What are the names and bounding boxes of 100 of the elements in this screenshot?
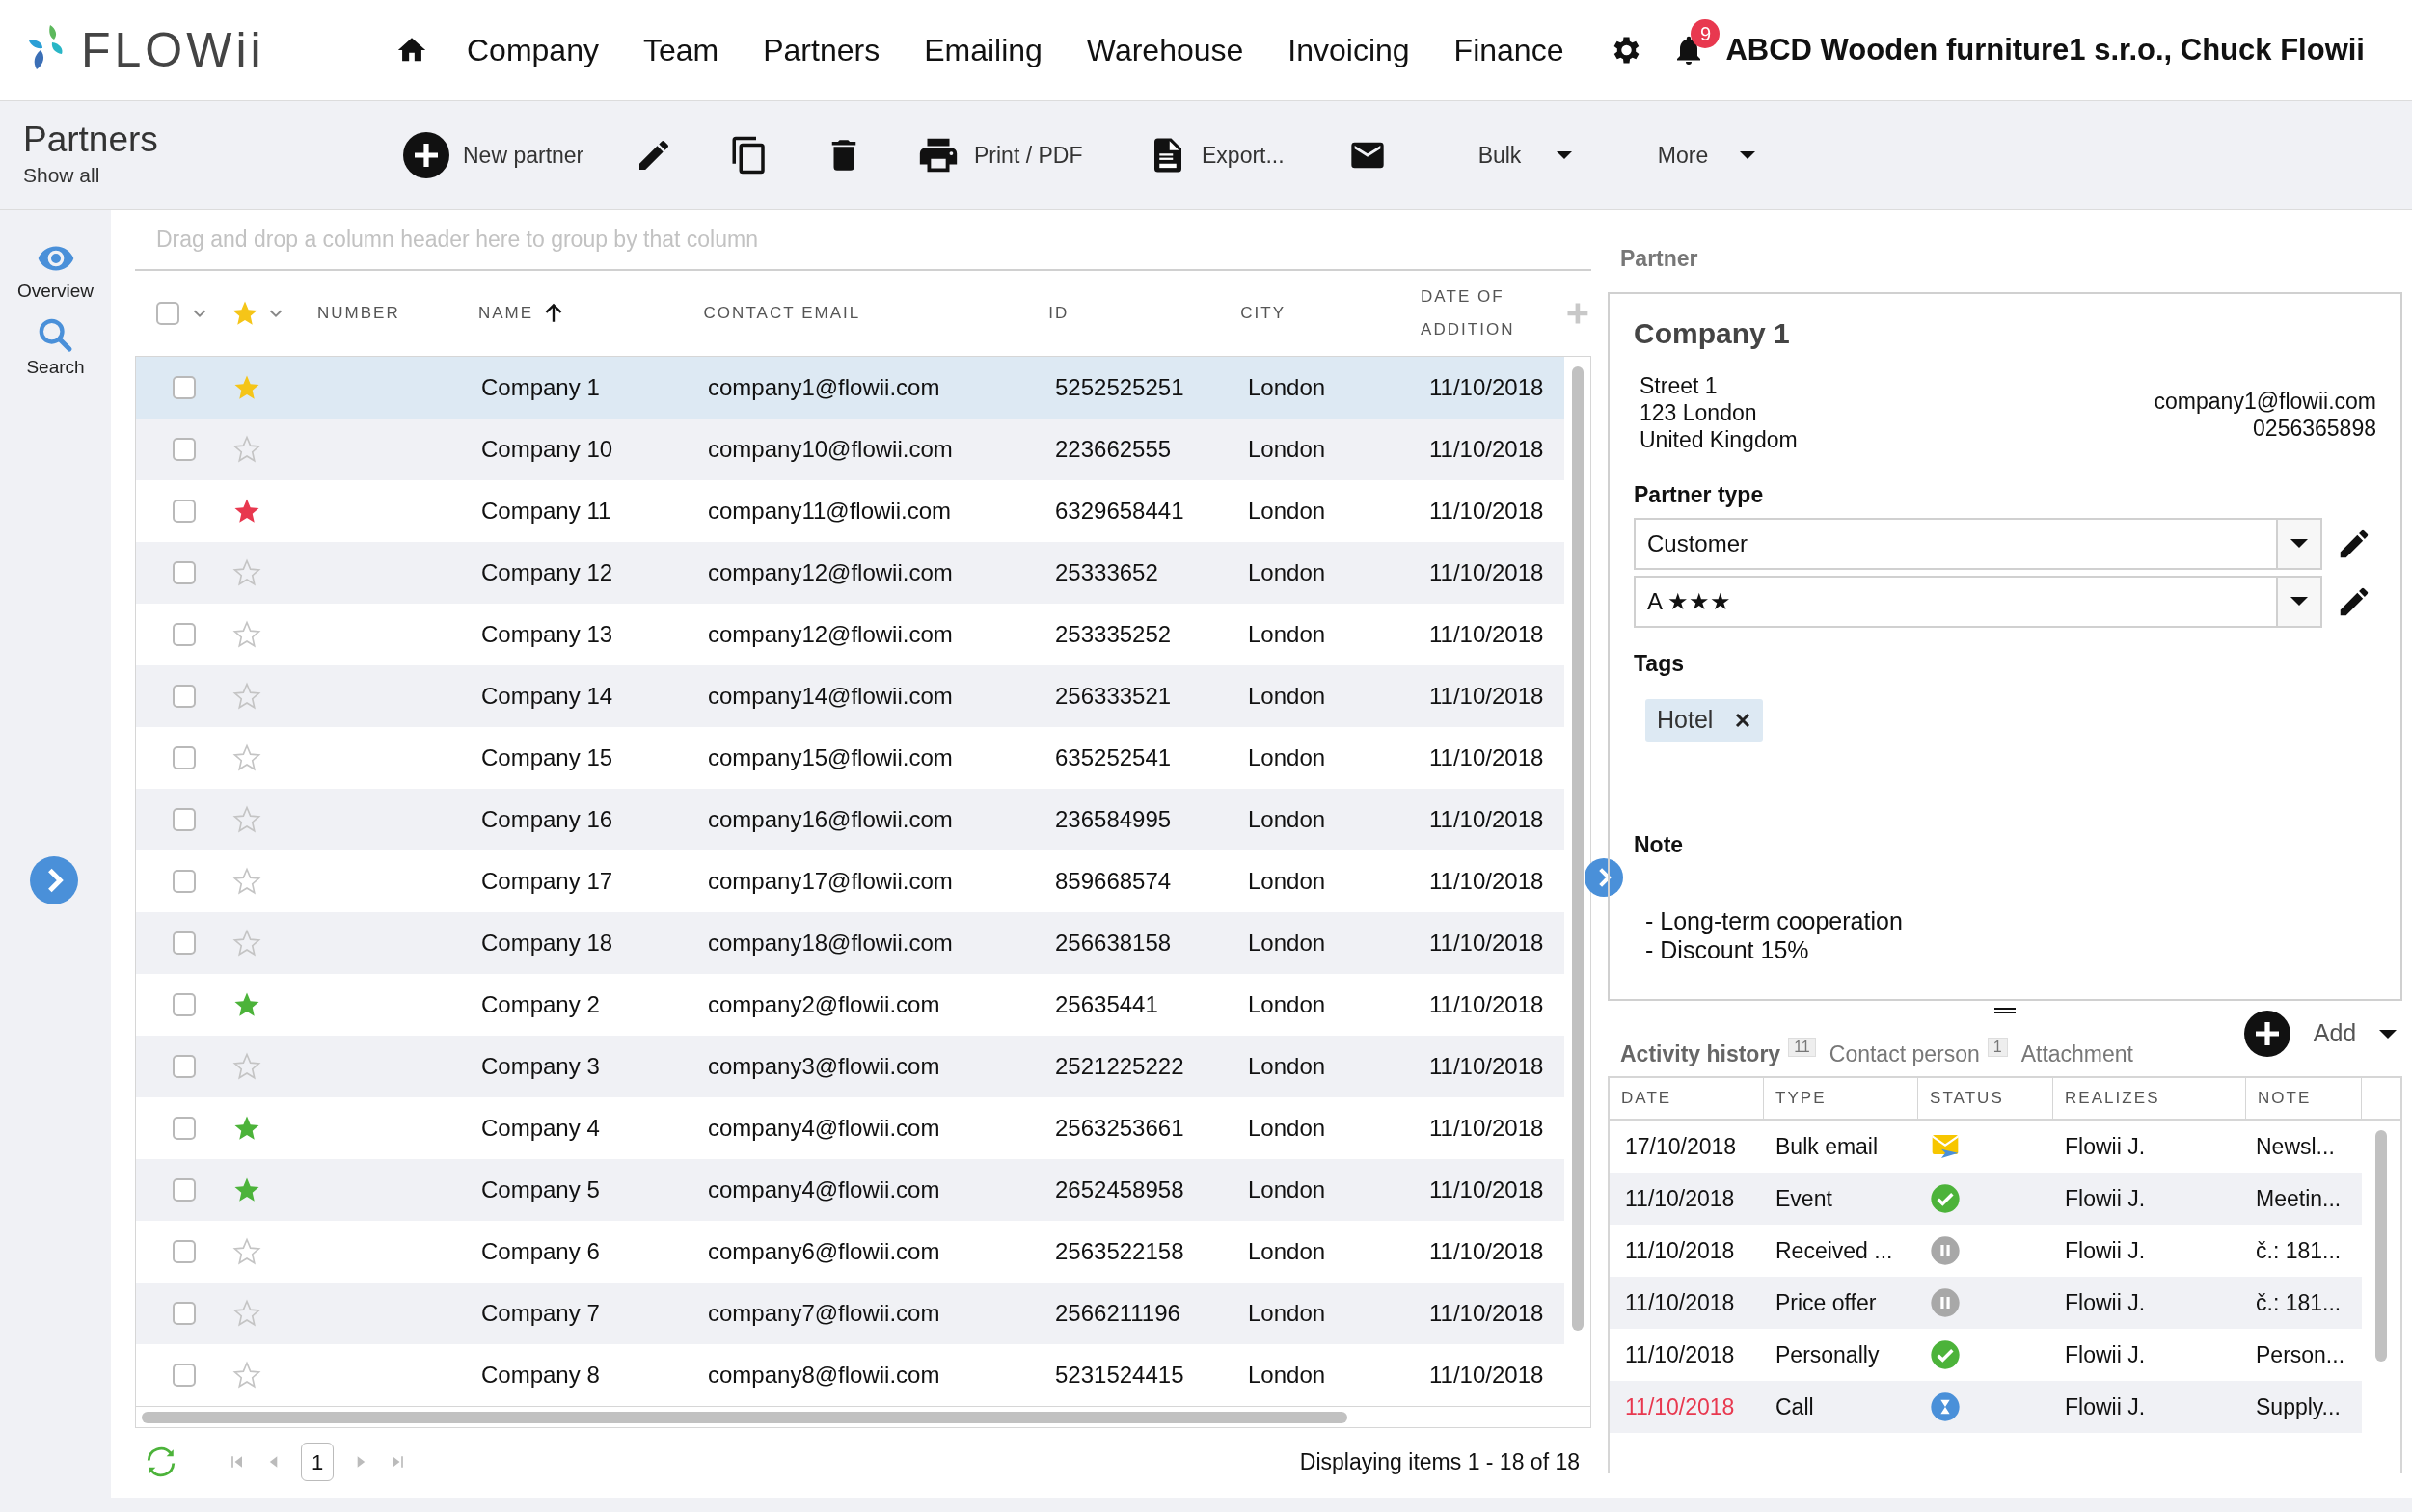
tab[interactable]: Activity history 11 [1620, 1037, 1816, 1070]
checkbox[interactable] [173, 438, 196, 461]
table-cell: Company 10 [481, 436, 613, 462]
table-row[interactable]: Company 14 company14@flowii.com 256333521 London 11/10/2018 [136, 665, 1564, 727]
checkbox[interactable] [173, 500, 196, 523]
table-cell: company15@flowii.com [708, 744, 953, 770]
checkbox[interactable] [173, 1178, 196, 1202]
scrollbar-thumb[interactable] [142, 1411, 1347, 1423]
user-name[interactable]: ABCD Wooden furniture1 s.r.o., Chuck Flowii [1725, 27, 2365, 73]
table-row[interactable]: Company 18 company18@flowii.com 256638158 London 11/10/2018 [136, 912, 1564, 974]
checkbox[interactable] [173, 685, 196, 708]
column-header[interactable]: DATE [1610, 1078, 1764, 1119]
checkbox[interactable] [173, 561, 196, 584]
add-button[interactable]: Add [2244, 1011, 2397, 1057]
table-row[interactable]: Company 5 company4@flowii.com 2652458958 London 11/10/2018 [136, 1159, 1564, 1221]
scrollbar-thumb[interactable] [2375, 1130, 2387, 1362]
column-header[interactable]: STATUS [1918, 1078, 2053, 1119]
table-row[interactable]: Company 3 company3@flowii.com 2521225222 London 11/10/2018 [136, 1036, 1564, 1097]
column-header[interactable]: CITY [1240, 297, 1287, 330]
empty-star-icon[interactable] [232, 805, 261, 834]
toolbar-button[interactable]: Bulk [1456, 126, 1640, 184]
nav-link[interactable]: Company [467, 27, 599, 73]
table-row[interactable]: 11/10/2018 Price offer Flowii J. č.: 181... [1610, 1277, 2362, 1329]
table-cell: London [1248, 930, 1326, 956]
table-cell: London [1248, 498, 1326, 524]
table-cell: 11/10/2018 [1625, 1393, 1735, 1419]
empty-star-icon[interactable] [232, 620, 261, 649]
checkbox[interactable] [173, 1364, 196, 1387]
table-cell: London [1248, 374, 1326, 400]
resize-handle[interactable] [1994, 1008, 2016, 1013]
toolbar-button[interactable]: More [1640, 126, 1823, 184]
table-row[interactable]: Company 12 company12@flowii.com 25333652 London 11/10/2018 [136, 542, 1564, 604]
checkbox[interactable] [173, 870, 196, 893]
column-header[interactable]: NUMBER [316, 297, 400, 330]
table-cell: 11/10/2018 [1429, 683, 1544, 709]
sidebar-item[interactable]: Overview [16, 239, 95, 306]
empty-star-icon[interactable] [232, 929, 261, 958]
nav-link[interactable]: Finance [1453, 27, 1564, 73]
checkbox[interactable] [173, 993, 196, 1016]
checkbox[interactable] [173, 1302, 196, 1325]
table-cell: 11/10/2018 [1625, 1237, 1735, 1263]
column-header[interactable]: CONTACT EMAIL [703, 297, 861, 330]
column-header[interactable]: ID [1048, 297, 1070, 330]
table-cell: Personally [1775, 1341, 1880, 1367]
scrollbar-thumb[interactable] [1571, 366, 1584, 1331]
column-header[interactable]: REALIZES [2053, 1078, 2246, 1119]
tab[interactable]: Attachment [2020, 1037, 2133, 1070]
refresh-icon[interactable] [145, 1445, 177, 1478]
table-cell: 11/10/2018 [1429, 1300, 1544, 1326]
nav-link[interactable]: Warehouse [1086, 27, 1244, 73]
caret-icon [1557, 151, 1572, 159]
view-filter[interactable]: Show all [23, 159, 403, 191]
table-row[interactable]: Company 16 company16@flowii.com 236584995 London 11/10/2018 [136, 789, 1564, 850]
empty-star-icon[interactable] [232, 1299, 261, 1328]
page-number[interactable]: 1 [301, 1443, 334, 1481]
checkbox[interactable] [173, 1240, 196, 1263]
nav-link[interactable]: Team [642, 27, 719, 73]
toolbar-button[interactable]: Print / PDF [916, 126, 1148, 184]
checkbox[interactable] [173, 746, 196, 770]
checkbox[interactable] [173, 376, 196, 399]
table-row[interactable]: Company 1 company1@flowii.com 5252525251 London 11/10/2018 [136, 357, 1564, 418]
checkbox[interactable] [173, 1055, 196, 1078]
tab[interactable]: Contact person 1 [1829, 1037, 2008, 1070]
table-row[interactable]: 11/10/2018 Call Flowii J. Supply... [1610, 1381, 2362, 1433]
column-header[interactable]: NOTE [2246, 1078, 2362, 1119]
checkbox[interactable] [155, 302, 179, 325]
table-row[interactable]: Company 7 company7@flowii.com 2566211196 London 11/10/2018 [136, 1282, 1564, 1344]
expand-sidebar-button[interactable] [30, 856, 78, 904]
nav-link[interactable]: Invoicing [1287, 27, 1410, 73]
dropdown[interactable]: A ★★★ [1634, 575, 2322, 628]
empty-star-icon[interactable] [232, 1052, 261, 1081]
table-cell: 11/10/2018 [1429, 559, 1544, 585]
dropdown[interactable]: Customer [1634, 517, 2322, 570]
checkbox[interactable] [173, 1117, 196, 1140]
column-header[interactable]: DATE OF ADDITION [1421, 281, 1528, 346]
empty-star-icon[interactable] [232, 867, 261, 896]
table-cell: Company 17 [481, 868, 613, 894]
empty-star-icon[interactable] [232, 743, 261, 772]
nav-link[interactable]: Partners [763, 27, 881, 73]
checkbox[interactable] [173, 623, 196, 646]
column-header[interactable]: NAME [477, 297, 534, 330]
empty-star-icon[interactable] [232, 682, 261, 711]
close-icon[interactable] [1734, 712, 1752, 729]
table-cell: company3@flowii.com [708, 1053, 940, 1079]
empty-star-icon[interactable] [232, 435, 261, 464]
table-row[interactable]: 11/10/2018 Event Flowii J. Meetin... [1610, 1173, 2362, 1225]
table-cell: 11/10/2018 [1429, 868, 1544, 894]
empty-star-icon[interactable] [232, 1237, 261, 1266]
collapse-panel-button[interactable] [1585, 858, 1623, 897]
toolbar-button[interactable]: New partner [403, 126, 635, 184]
table-row[interactable]: Company 10 company10@flowii.com 223662555 London 11/10/2018 [136, 418, 1564, 480]
nav-link[interactable]: Emailing [924, 27, 1043, 73]
checkbox[interactable] [173, 932, 196, 955]
sidebar-item[interactable]: Search [26, 314, 85, 381]
checkbox[interactable] [173, 808, 196, 831]
toolbar-button[interactable]: Export... [1148, 126, 1348, 184]
table-cell: Received ... [1775, 1237, 1893, 1263]
column-header[interactable]: TYPE [1764, 1078, 1918, 1119]
empty-star-icon[interactable] [232, 558, 261, 587]
empty-star-icon[interactable] [232, 1361, 261, 1390]
